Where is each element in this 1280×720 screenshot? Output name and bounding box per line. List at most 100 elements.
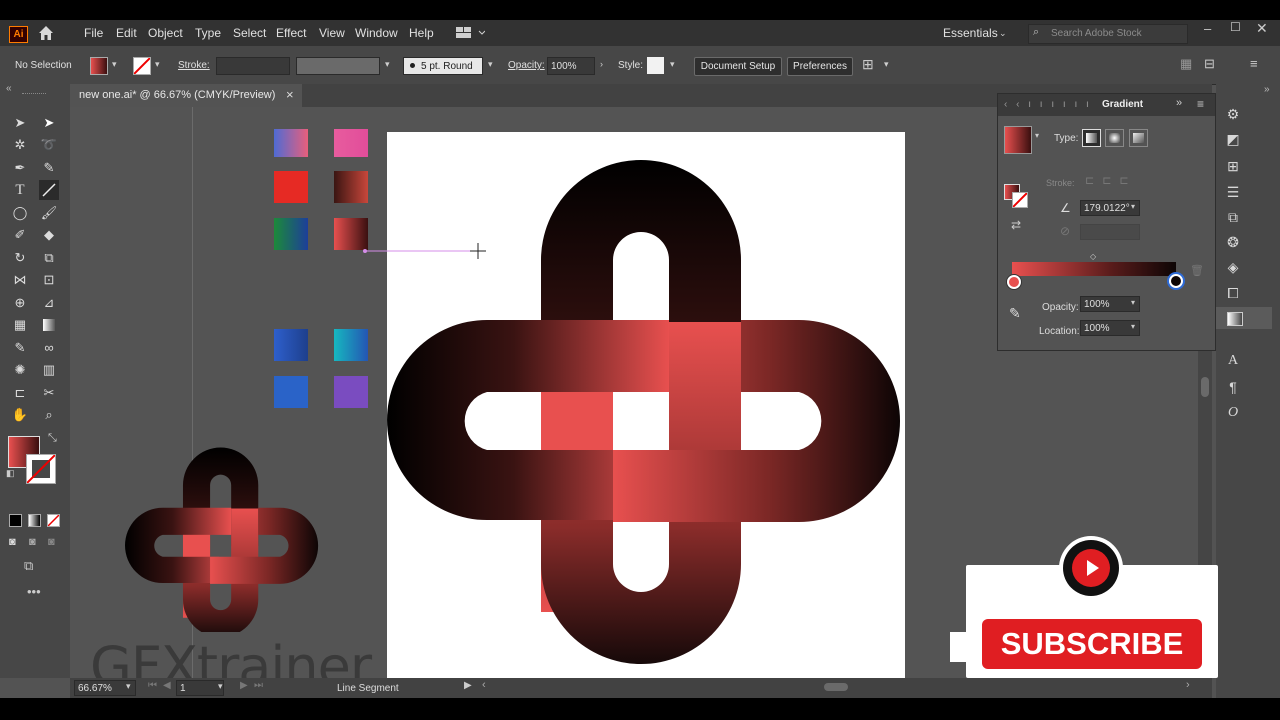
midpoint-diamond-icon[interactable]: ◇ [1090,252,1096,261]
pathfinder-icon[interactable]: ⧉ [1224,208,1242,226]
arrange-documents-icon[interactable] [455,26,486,40]
screen-mode-icon[interactable]: ⧉ [24,558,33,574]
collapse-icon[interactable]: » [1264,84,1270,95]
zoom-tool-icon[interactable]: ⌕ [39,405,59,425]
arrange-icon[interactable]: ⊞ [862,56,874,73]
chevron-down-icon[interactable]: ▾ [884,59,889,70]
horizontal-scroll-thumb[interactable] [824,683,848,691]
stroke-swatch[interactable] [26,454,56,484]
artboard-tool-icon[interactable]: ⊏ [10,383,30,403]
default-colors-icon[interactable]: ◧ [6,468,15,479]
swatch-red[interactable] [274,171,308,203]
linear-gradient-button[interactable] [1082,129,1101,147]
eraser-tool-icon[interactable]: ◆ [39,225,59,245]
edit-toolbar-icon[interactable]: ••• [27,584,41,599]
chevron-down-icon[interactable]: ▾ [112,59,117,70]
appearance-icon[interactable]: ❂ [1224,233,1242,251]
scroll-right-icon[interactable]: › [1186,679,1190,691]
menu-edit[interactable]: Edit [116,26,137,40]
color-guide-icon[interactable]: ⚙ [1224,105,1242,123]
menu-help[interactable]: Help [409,26,434,40]
menu-select[interactable]: Select [233,26,266,40]
color-mode-icon[interactable] [9,514,22,527]
chevron-down-icon[interactable]: ▾ [1131,322,1135,331]
swap-fill-stroke-icon[interactable]: ⤡ [48,432,57,445]
collapsed-panel-tabs[interactable]: ‹ ‹ ı ı ı ı ı ı [1004,99,1092,110]
maximize-icon[interactable]: ☐ [1230,20,1241,34]
symbol-sprayer-tool-icon[interactable]: ✺ [10,360,30,380]
eyedropper-icon[interactable]: ✎ [1009,305,1021,322]
pen-tool-icon[interactable]: ✒ [10,158,30,178]
panel-menu-icon[interactable]: ≡ [1197,97,1204,111]
freeform-gradient-button[interactable] [1129,129,1148,147]
mesh-tool-icon[interactable]: ▦ [10,315,30,335]
swatch-pink[interactable] [334,129,368,157]
gradient-mode-icon[interactable] [28,514,41,527]
paragraph-icon[interactable]: ¶ [1224,378,1242,396]
swatches-icon[interactable]: ◩ [1224,130,1242,148]
chevron-down-icon[interactable]: ▾ [218,681,223,692]
menu-type[interactable]: Type [195,26,221,40]
rotate-tool-icon[interactable]: ↻ [10,248,30,268]
ellipse-tool-icon[interactable]: ◯ [10,203,30,223]
home-icon[interactable] [37,24,55,42]
chevron-down-icon[interactable]: ▾ [385,59,390,70]
stock-search-input[interactable]: ⌕ Search Adobe Stock [1028,24,1188,44]
chevron-right-icon[interactable]: › [600,59,603,69]
magic-wand-tool-icon[interactable]: ✲ [10,135,30,155]
gradient-preview-swatch[interactable] [1004,126,1032,154]
none-mode-icon[interactable] [47,514,60,527]
expand-icon[interactable]: » [1176,97,1182,109]
artboard-number-field[interactable]: 1 [176,680,224,696]
draw-inside-icon[interactable]: ◙ [48,536,55,548]
lasso-tool-icon[interactable]: ➰ [39,135,59,155]
menu-file[interactable]: File [84,26,103,40]
chevron-down-icon[interactable]: ▾ [488,59,493,70]
subscribe-button[interactable]: SUBSCRIBE [982,619,1202,669]
transform-icon[interactable]: ⊞ [1224,157,1242,175]
width-tool-icon[interactable]: ⋈ [10,270,30,290]
paintbrush-tool-icon[interactable]: 🖌 [39,203,59,223]
swatch-blue[interactable] [274,329,308,361]
direct-selection-tool-icon[interactable]: ➤ [39,113,59,133]
scroll-left-icon[interactable]: ‹ [482,679,486,691]
opacity-label[interactable]: Opacity: [508,60,545,71]
prev-artboard-icon[interactable]: ◀ [163,680,171,691]
last-artboard-icon[interactable]: ⏭ [254,680,263,691]
workspace-switcher[interactable]: Essentials [943,26,998,40]
status-menu-icon[interactable]: ▶ [464,680,472,691]
swatch-blue-green[interactable] [274,218,308,250]
preferences-button[interactable]: Preferences [787,57,853,76]
gradient-slider[interactable] [1012,262,1176,276]
align-panel-icon[interactable]: ☰ [1224,183,1242,201]
character-icon[interactable]: A [1224,352,1242,370]
radial-gradient-button[interactable] [1105,129,1124,147]
close-tab-icon[interactable]: × [286,87,294,102]
delete-stop-icon[interactable]: 🗑 [1190,264,1204,277]
opentype-icon[interactable]: O [1224,404,1242,422]
type-tool-icon[interactable]: T [10,180,30,200]
transform-icon[interactable]: ⊟ [1204,56,1215,72]
document-tab[interactable]: new one.ai* @ 66.67% (CMYK/Preview) × [70,84,302,107]
stroke-color-swatch[interactable] [133,57,151,75]
menu-object[interactable]: Object [148,26,183,40]
swatch-purple[interactable] [334,376,368,408]
close-icon[interactable]: ✕ [1256,20,1268,37]
swatch-pink-blue[interactable] [274,129,308,157]
graphic-style-swatch[interactable] [647,57,664,74]
chevron-down-icon[interactable]: ▾ [1131,202,1135,211]
aspect-ratio-field[interactable] [1080,224,1140,240]
next-artboard-icon[interactable]: ▶ [240,680,248,691]
chevron-down-icon[interactable]: ▾ [1035,131,1039,140]
shaper-tool-icon[interactable]: ✐ [10,225,30,245]
swatch-royal-blue[interactable] [274,376,308,408]
gradient-tool-icon[interactable] [39,315,59,335]
menu-view[interactable]: View [319,26,345,40]
hand-tool-icon[interactable]: ✋ [10,405,30,425]
slice-tool-icon[interactable]: ✂ [39,383,59,403]
swatch-dark-red-gradient[interactable] [334,171,368,203]
stroke-label[interactable]: Stroke: [178,60,210,71]
free-transform-tool-icon[interactable]: ⊡ [39,270,59,290]
opacity-field[interactable]: 100% [547,57,595,75]
reverse-gradient-icon[interactable]: ⇄ [1011,218,1021,232]
